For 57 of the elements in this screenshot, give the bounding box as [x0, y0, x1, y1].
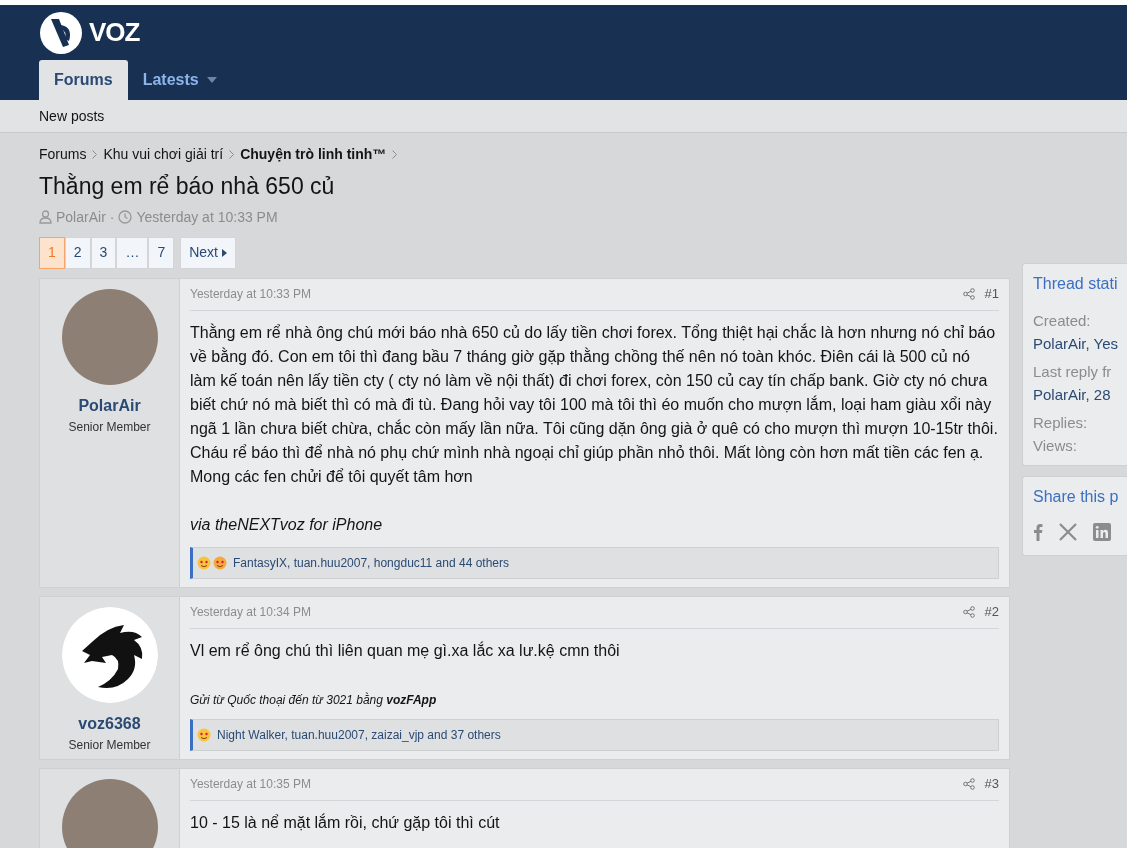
- panel-title: Share this p: [1033, 487, 1120, 507]
- page-button[interactable]: 2: [64, 236, 91, 269]
- share-icon[interactable]: [962, 606, 975, 619]
- post-number-link[interactable]: #2: [984, 602, 999, 622]
- logo-text[interactable]: VOZ: [89, 13, 140, 52]
- reactions-text: FantasyIX, tuan.huu2007, hongduc11 and 44 others: [233, 554, 509, 572]
- post-text: Vl em rể ông chú thì liên quan mẹ gì.xa lắc xa lư.kệ cmn thôi: [190, 640, 621, 661]
- thread-date: Yesterday at 10:33 PM: [136, 207, 278, 227]
- stat-value[interactable]: PolarAir, Yes: [1033, 332, 1127, 355]
- next-button[interactable]: Next: [180, 236, 236, 269]
- thread-title: Thằng em rể báo nhà 650 củ: [39, 173, 336, 201]
- linkedin-icon[interactable]: [1093, 523, 1111, 541]
- stat-value[interactable]: PolarAir, 28: [1033, 383, 1127, 406]
- panel-title: Thread stati: [1033, 274, 1119, 294]
- reactions-bar[interactable]: Night Walker, tuan.huu2007, zaizai_vjp and 37 others: [190, 718, 999, 751]
- signature-link[interactable]: theNEXTvoz: [214, 515, 305, 533]
- share-icon[interactable]: [962, 288, 975, 301]
- user-icon: [39, 210, 52, 225]
- page-button[interactable]: …: [116, 236, 149, 269]
- caret-icon[interactable]: [206, 77, 217, 83]
- breadcrumb-link[interactable]: Chuyện trò linh tinh™: [240, 144, 387, 165]
- facebook-icon[interactable]: [1033, 523, 1043, 541]
- separator-dot: ·: [109, 207, 115, 227]
- post-number-link[interactable]: #3: [984, 774, 999, 794]
- subnav-link[interactable]: New posts: [39, 105, 105, 127]
- user-role: Senior Member: [68, 736, 151, 754]
- stat-label: Last reply fr: [1033, 362, 1113, 382]
- x-icon[interactable]: [1059, 523, 1077, 541]
- breadcrumb-link[interactable]: Forums: [39, 144, 87, 165]
- clock-icon: [118, 210, 133, 225]
- logo-icon[interactable]: [39, 10, 83, 55]
- nav-tab[interactable]: Forums: [39, 60, 128, 100]
- post-text: Thằng em rể nhà ông chú mới báo nhà 650 củ do lấy tiền chơi forex. Tổng thiệt hại chắc là hơn nhưng nó chỉ báo về bằng đó. Con em tôi thì đang bầu 7 tháng giờ gặp thằng chồng thế nên nó toàn khóc. Điên cái là 500 củ nó làm kế toán nên lấy tiền cty ( cty nó làm về nội thất) đi chơi forex, còn 150 củ cay tín chấp bank. Giờ cty nó chưa biết chứ nó mà biết thì có mà đi tù. Đang hỏi vay tôi 100 mà tôi thì éo muốn cho mượn lắm, loại ham giàu xổi này ngã 1 lần chưa biết chừa, chắc còn mấy lần nữa. Tôi cũng dặn ông già ở quê có cho mượn thì mượn 10-15tr thôi. Cháu rể báo thì để nhà nó phụ chứ mình nhà ngoại chỉ giúp phần nhỏ thôi. Mất lòng còn hơn mất tiền các fen ạ. Mong các fen chửi để tôi quyết tâm hơn: [190, 322, 999, 487]
- chevron-icon: [229, 150, 235, 159]
- emoji-icon: [213, 555, 227, 570]
- signature-text: Gửi từ Quốc thoại đến từ 3021 bằng vozFApp: [190, 691, 438, 709]
- username-link[interactable]: voz6368: [78, 711, 141, 736]
- username-link[interactable]: PolarAir: [78, 393, 141, 418]
- stat-label: Created:: [1033, 311, 1092, 331]
- signature-text: via theNEXTvoz for iPhone: [190, 514, 384, 535]
- user-role: Senior Member: [68, 418, 151, 436]
- reactions-bar[interactable]: FantasyIX, tuan.huu2007, hongduc11 and 44 others: [190, 546, 999, 579]
- chevron-icon: [92, 150, 98, 159]
- page-button[interactable]: 7: [148, 236, 175, 269]
- reactions-text: Night Walker, tuan.huu2007, zaizai_vjp and 37 others: [217, 726, 501, 744]
- caret-icon[interactable]: [221, 249, 227, 258]
- share-icon[interactable]: [962, 778, 975, 791]
- nav-tab[interactable]: Latests: [127, 60, 232, 100]
- emoji-icon: [197, 555, 211, 570]
- breadcrumb-link[interactable]: Khu vui chơi giải trí: [103, 144, 224, 165]
- stat-label: Replies:: [1033, 413, 1089, 433]
- stat-label: Views:: [1033, 435, 1078, 456]
- page-button[interactable]: 3: [90, 236, 117, 269]
- post-text: 10 - 15 là nể mặt lắm rồi, chứ gặp tôi thì cút: [190, 812, 501, 833]
- post-number-link[interactable]: #1: [984, 284, 999, 304]
- chevron-icon: [392, 150, 398, 159]
- emoji-icon: [197, 727, 211, 742]
